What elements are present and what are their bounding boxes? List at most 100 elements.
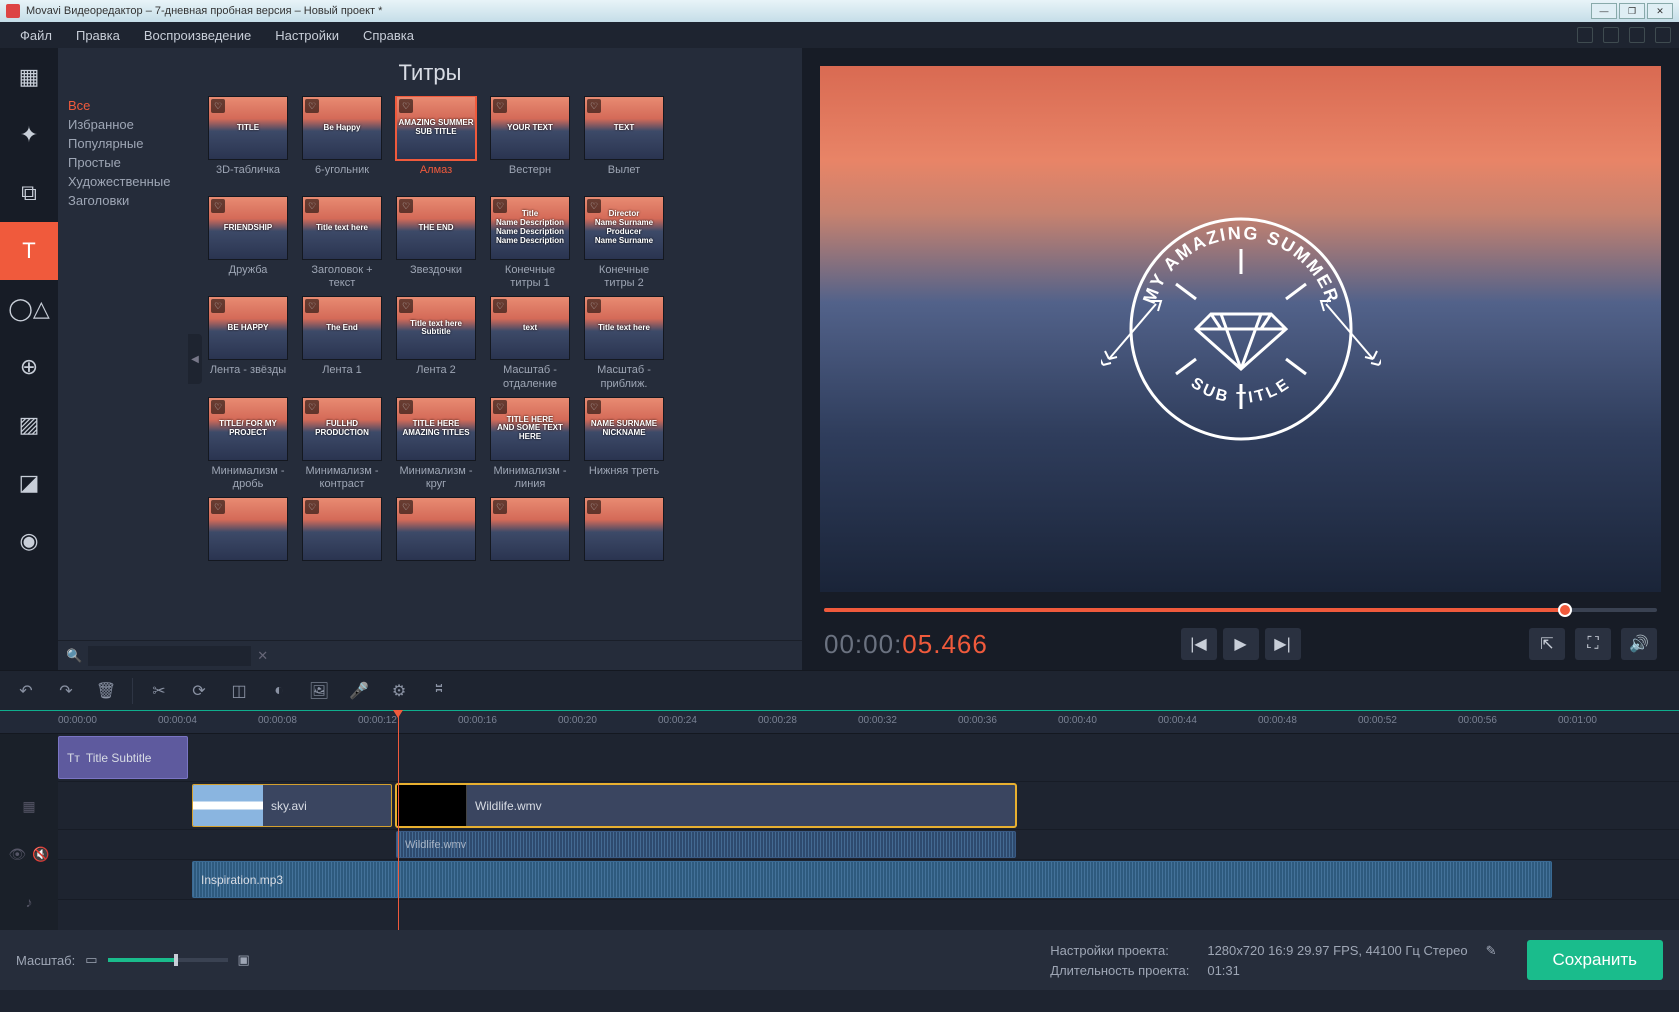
search-input[interactable]	[88, 646, 251, 666]
title-thumbnail[interactable]: ♡BE HAPPY	[208, 296, 288, 360]
favorite-icon[interactable]: ♡	[399, 199, 413, 213]
linked-audio-track[interactable]: Wildlife.wmv	[58, 830, 1679, 860]
title-thumbnail[interactable]: ♡Be Happy	[302, 96, 382, 160]
favorite-icon[interactable]: ♡	[587, 299, 601, 313]
share-vk-icon[interactable]	[1655, 27, 1671, 43]
favorite-icon[interactable]: ♡	[399, 299, 413, 313]
titles-icon[interactable]: T	[0, 222, 58, 280]
volume-button[interactable]: 🔊	[1621, 628, 1657, 660]
prev-button[interactable]: |◀	[1181, 628, 1217, 660]
mic-button[interactable]: 🎤	[341, 675, 377, 707]
title-thumbnail[interactable]: ♡TITLE HEREAMAZING TITLES	[396, 397, 476, 461]
share-vimeo-icon[interactable]	[1603, 27, 1619, 43]
title-thumbnail[interactable]: ♡TITLE HEREAND SOME TEXT HERE	[490, 397, 570, 461]
favorite-icon[interactable]: ♡	[493, 299, 507, 313]
redo-button[interactable]: ↷	[48, 675, 84, 707]
wand-icon[interactable]: ✦	[0, 106, 58, 164]
audio-clip-wildlife[interactable]: Wildlife.wmv	[396, 831, 1016, 858]
track-area[interactable]: Tᴛ Title Subtitle sky.avi Wildlife.wmv W…	[58, 734, 1679, 930]
favorite-icon[interactable]: ♡	[211, 99, 225, 113]
delete-button[interactable]: 🗑	[88, 675, 124, 707]
record-icon[interactable]: ◉	[0, 512, 58, 570]
title-thumbnail[interactable]: ♡YOUR TEXT	[490, 96, 570, 160]
eye-icon[interactable]: 👁	[8, 846, 26, 863]
menu-воспроизведение[interactable]: Воспроизведение	[132, 25, 263, 46]
menu-правка[interactable]: Правка	[64, 25, 132, 46]
preview-canvas[interactable]: MY AMAZING SUMMER SUB TITLE	[820, 66, 1661, 592]
favorite-icon[interactable]: ♡	[305, 500, 319, 514]
rotate-button[interactable]: ⟳	[181, 675, 217, 707]
cut-button[interactable]: ✂	[141, 675, 177, 707]
playhead[interactable]	[398, 710, 399, 930]
favorite-icon[interactable]: ♡	[493, 199, 507, 213]
category-item[interactable]: Популярные	[68, 134, 182, 153]
favorite-icon[interactable]: ♡	[305, 99, 319, 113]
favorite-icon[interactable]: ♡	[587, 500, 601, 514]
clear-search-button[interactable]: ✕	[257, 648, 268, 664]
title-track[interactable]: Tᴛ Title Subtitle	[58, 734, 1679, 782]
favorite-icon[interactable]: ♡	[305, 199, 319, 213]
category-item[interactable]: Заголовки	[68, 191, 182, 210]
collapse-categories-button[interactable]: ◀	[188, 334, 202, 384]
title-thumbnail[interactable]: ♡	[302, 497, 382, 561]
favorite-icon[interactable]: ♡	[305, 400, 319, 414]
favorite-icon[interactable]: ♡	[211, 400, 225, 414]
close-button[interactable]: ✕	[1647, 3, 1673, 19]
favorite-icon[interactable]: ♡	[493, 500, 507, 514]
favorite-icon[interactable]: ♡	[305, 299, 319, 313]
popout-button[interactable]: ⇱	[1529, 628, 1565, 660]
title-thumbnail[interactable]: ♡	[208, 497, 288, 561]
category-item[interactable]: Простые	[68, 153, 182, 172]
transitions-icon[interactable]: ⧉	[0, 164, 58, 222]
zoom-out-button[interactable]: ▭	[85, 952, 97, 968]
favorite-icon[interactable]: ♡	[493, 99, 507, 113]
crop-button[interactable]: ◫	[221, 675, 257, 707]
chroma-icon[interactable]: ◪	[0, 454, 58, 512]
time-ruler[interactable]: 00:00:0000:00:0400:00:0800:00:1200:00:16…	[0, 710, 1679, 734]
title-thumbnail[interactable]: ♡	[490, 497, 570, 561]
favorite-icon[interactable]: ♡	[211, 299, 225, 313]
music-track[interactable]: Inspiration.mp3	[58, 860, 1679, 900]
linked-audio-track-head[interactable]: 👁🔇	[0, 830, 58, 878]
title-track-head[interactable]	[0, 734, 58, 782]
title-clip[interactable]: Tᴛ Title Subtitle	[58, 736, 188, 779]
timeline[interactable]: 00:00:0000:00:0400:00:0800:00:1200:00:16…	[0, 710, 1679, 930]
title-thumbnail[interactable]: ♡TITLE/ FOR MY PROJECT	[208, 397, 288, 461]
favorite-icon[interactable]: ♡	[493, 400, 507, 414]
menu-файл[interactable]: Файл	[8, 25, 64, 46]
title-thumbnail[interactable]: ♡TitleName DescriptionName DescriptionNa…	[490, 196, 570, 260]
maximize-button[interactable]: ❐	[1619, 3, 1645, 19]
shapes-icon[interactable]: ◯△	[0, 280, 58, 338]
title-thumbnail[interactable]: ♡DirectorName SurnameProducerName Surnam…	[584, 196, 664, 260]
category-item[interactable]: Художественные	[68, 172, 182, 191]
audio-clip-inspiration[interactable]: Inspiration.mp3	[192, 861, 1552, 898]
fullscreen-button[interactable]: ⛶	[1575, 628, 1611, 660]
clip-settings-button[interactable]: ⚙	[381, 675, 417, 707]
zoom-slider[interactable]	[108, 958, 228, 962]
title-thumbnail[interactable]: ♡FRIENDSHIP	[208, 196, 288, 260]
favorite-icon[interactable]: ♡	[211, 500, 225, 514]
highlight-icon[interactable]: ▨	[0, 396, 58, 454]
category-item[interactable]: Все	[68, 96, 182, 115]
title-thumbnail[interactable]: ♡NAME SURNAMENICKNAME	[584, 397, 664, 461]
save-button[interactable]: Сохранить	[1527, 940, 1663, 980]
next-button[interactable]: ▶|	[1265, 628, 1301, 660]
color-button[interactable]: ◐	[261, 675, 297, 707]
title-thumbnail[interactable]: ♡TITLE	[208, 96, 288, 160]
title-thumbnail[interactable]: ♡AMAZING SUMMERSUB TITLE	[396, 96, 476, 160]
equalizer-button[interactable]: ⎶	[421, 675, 457, 707]
video-track[interactable]: sky.avi Wildlife.wmv	[58, 782, 1679, 830]
undo-button[interactable]: ↶	[8, 675, 44, 707]
favorite-icon[interactable]: ♡	[587, 199, 601, 213]
play-button[interactable]: ▶	[1223, 628, 1259, 660]
favorite-icon[interactable]: ♡	[587, 400, 601, 414]
title-thumbnail[interactable]: ♡Title text here	[302, 196, 382, 260]
zoom-fit-button[interactable]: ▣	[238, 952, 250, 968]
audio-track-head[interactable]: ♪	[0, 878, 58, 926]
category-item[interactable]: Избранное	[68, 115, 182, 134]
mute-icon[interactable]: 🔇	[32, 846, 49, 863]
favorite-icon[interactable]: ♡	[587, 99, 601, 113]
favorite-icon[interactable]: ♡	[211, 199, 225, 213]
menu-справка[interactable]: Справка	[351, 25, 426, 46]
video-track-head[interactable]: ▦	[0, 782, 58, 830]
